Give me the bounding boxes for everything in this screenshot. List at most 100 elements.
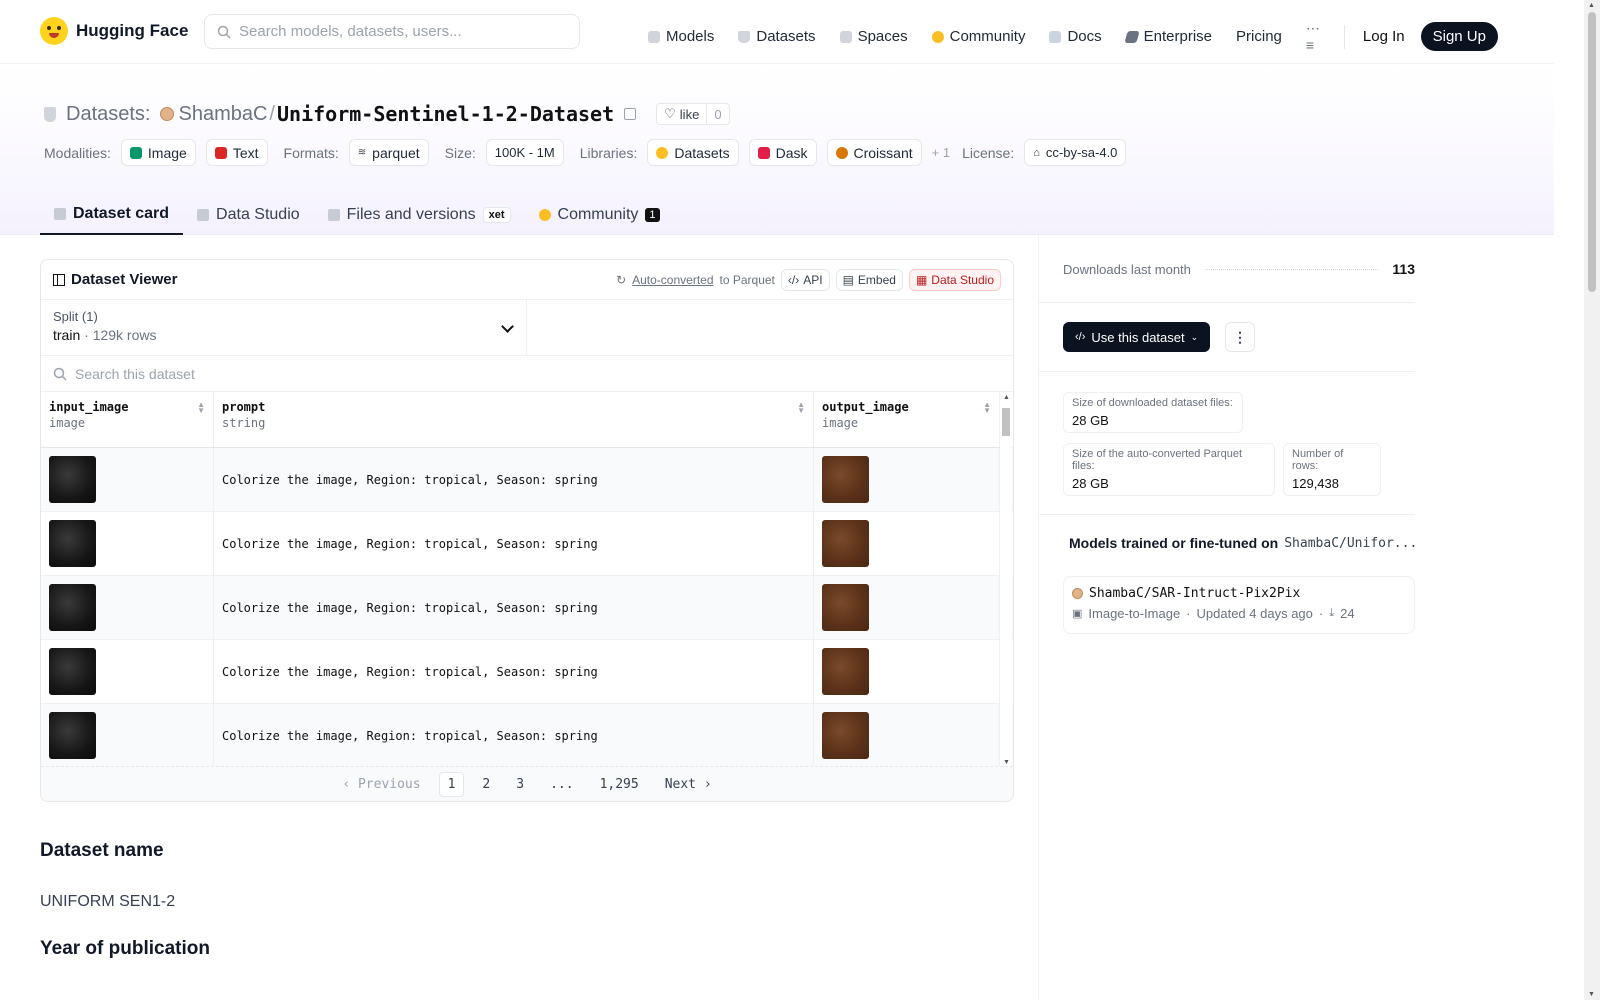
model-updated: Updated 4 days ago xyxy=(1196,606,1313,621)
column-header[interactable]: output_image image ▲ ▼ xyxy=(814,392,1000,447)
use-dataset-button[interactable]: ‹/› Use this dataset ⌄ xyxy=(1063,322,1211,352)
table-row[interactable]: Colorize the image, Region: tropical, Se… xyxy=(41,640,1013,704)
input-image-thumbnail[interactable] xyxy=(49,648,96,695)
nav-community[interactable]: Community xyxy=(931,28,1025,45)
model-downloads: 24 xyxy=(1340,606,1355,621)
modality-image-chip[interactable]: Image xyxy=(120,139,196,166)
nav-datasets[interactable]: Datasets xyxy=(738,28,816,45)
spaces-icon xyxy=(839,30,852,43)
api-button[interactable]: ‹/› API xyxy=(780,268,830,291)
output-image-thumbnail[interactable] xyxy=(822,648,869,695)
model-card[interactable]: ShambaC/SAR-Intruct-Pix2Pix ▣ Image-to-I… xyxy=(1063,576,1415,634)
dataset-search-input[interactable] xyxy=(75,365,675,382)
scrollbar-thumb[interactable] xyxy=(1002,408,1010,436)
global-search-input[interactable] xyxy=(239,23,569,40)
page-button[interactable]: 1 xyxy=(438,771,465,797)
data-studio-button[interactable]: ▦ Data Studio xyxy=(908,268,1001,291)
sort-icon[interactable]: ▲ ▼ xyxy=(983,401,991,415)
dask-icon xyxy=(757,146,770,159)
scroll-down-icon[interactable]: ▼ xyxy=(1003,759,1010,766)
like-button[interactable]: ♡ like 0 xyxy=(656,103,730,125)
more-options-button[interactable]: ⋮ xyxy=(1225,322,1255,352)
models-heading: Models trained or fine-tuned on ShambaC/… xyxy=(1063,535,1415,551)
split-rows: 129k rows xyxy=(92,327,157,343)
metadata-row: Modalities: Image Text Formats: ≋ parquet… xyxy=(44,139,1130,166)
community-icon xyxy=(538,208,551,221)
global-search[interactable] xyxy=(204,14,580,49)
copy-icon[interactable] xyxy=(624,108,637,120)
section-label[interactable]: Datasets: xyxy=(66,103,150,126)
owner-avatar xyxy=(160,107,175,121)
downloads-count: 113 xyxy=(1392,261,1415,277)
nav-spaces[interactable]: Spaces xyxy=(839,28,908,45)
dataset-card-icon xyxy=(54,207,66,220)
nav-enterprise[interactable]: Enterprise xyxy=(1124,28,1212,45)
modality-text-chip[interactable]: Text xyxy=(205,139,268,166)
dataset-icon xyxy=(44,106,56,122)
downloads-row: Downloads last month 113 xyxy=(1063,261,1415,277)
login-link[interactable]: Log In xyxy=(1363,28,1405,45)
more-menu-icon[interactable]: ⋯≡ xyxy=(1306,20,1326,53)
library-croissant-chip[interactable]: Croissant xyxy=(826,139,922,166)
scroll-up-icon[interactable]: ▲ xyxy=(1003,394,1010,401)
column-header[interactable]: input_image image ▲ ▼ xyxy=(41,392,214,447)
page-button[interactable]: 2 xyxy=(474,773,498,796)
croissant-icon xyxy=(835,146,848,159)
library-datasets-chip[interactable]: Datasets xyxy=(647,139,739,166)
table-row[interactable]: Colorize the image, Region: tropical, Se… xyxy=(41,512,1013,576)
scroll-down-icon[interactable]: ▼ xyxy=(1588,991,1595,998)
page-button[interactable]: 3 xyxy=(508,773,532,796)
code-icon: ‹/› xyxy=(1075,331,1086,343)
kebab-icon: ⋮ xyxy=(1233,328,1247,345)
nav-docs[interactable]: Docs xyxy=(1049,28,1102,45)
format-chip[interactable]: ≋ parquet xyxy=(348,139,429,166)
sort-icon[interactable]: ▲ ▼ xyxy=(197,401,205,415)
model-name: ShambaC/SAR-Intruct-Pix2Pix xyxy=(1089,586,1301,601)
owner-link[interactable]: ShambaC xyxy=(178,103,267,126)
library-dask-chip[interactable]: Dask xyxy=(748,139,817,166)
column-header[interactable]: prompt string ▲ ▼ xyxy=(214,392,814,447)
nav-pricing[interactable]: Pricing xyxy=(1236,28,1282,45)
like-count: 0 xyxy=(714,106,722,122)
next-page-button[interactable]: Next › xyxy=(657,773,720,796)
dataset-search[interactable] xyxy=(41,356,1013,392)
divider xyxy=(1039,302,1415,303)
table-scrollbar[interactable]: ▲ ▼ xyxy=(1000,392,1012,768)
previous-page-button[interactable]: ‹ Previous xyxy=(334,773,428,796)
tab-community[interactable]: Community 1 xyxy=(525,194,674,235)
owner-avatar xyxy=(1072,588,1083,599)
scroll-up-icon[interactable]: ▲ xyxy=(1588,2,1595,9)
input-image-thumbnail[interactable] xyxy=(49,712,96,759)
page-scrollbar[interactable]: ▲ ▼ xyxy=(1584,0,1600,1000)
page-button[interactable]: 1,295 xyxy=(592,773,647,796)
table-row[interactable]: Colorize the image, Region: tropical, Se… xyxy=(41,448,1013,512)
input-image-thumbnail[interactable] xyxy=(49,520,96,567)
scrollbar-thumb[interactable] xyxy=(1588,12,1596,292)
sort-icon[interactable]: ▲ ▼ xyxy=(797,401,805,415)
table-row[interactable]: Colorize the image, Region: tropical, Se… xyxy=(41,704,1013,768)
input-image-thumbnail[interactable] xyxy=(49,456,96,503)
libraries-more[interactable]: + 1 xyxy=(932,145,950,160)
refresh-icon: ↻ xyxy=(616,272,627,287)
signup-button[interactable]: Sign Up xyxy=(1420,22,1498,51)
output-image-thumbnail[interactable] xyxy=(822,584,869,631)
size-chip[interactable]: 100K - 1M xyxy=(485,139,564,166)
table-icon: ▦ xyxy=(915,272,928,287)
divider xyxy=(1039,371,1415,372)
repo-name[interactable]: Uniform-Sentinel-1-2-Dataset xyxy=(277,102,614,126)
models-repo-link[interactable]: ShambaC/Unifor... xyxy=(1284,536,1415,551)
output-image-thumbnail[interactable] xyxy=(822,456,869,503)
table-row[interactable]: Colorize the image, Region: tropical, Se… xyxy=(41,576,1013,640)
tab-data-studio[interactable]: Data Studio xyxy=(183,194,314,235)
auto-converted-link[interactable]: Auto-converted xyxy=(632,273,713,287)
tab-dataset-card[interactable]: Dataset card xyxy=(40,194,184,235)
input-image-thumbnail[interactable] xyxy=(49,584,96,631)
nav-models[interactable]: Models xyxy=(648,28,714,45)
brand-logo[interactable]: Hugging Face xyxy=(40,17,188,45)
output-image-thumbnail[interactable] xyxy=(822,712,869,759)
output-image-thumbnail[interactable] xyxy=(822,520,869,567)
tab-files[interactable]: Files and versions xet xyxy=(314,194,525,235)
license-chip[interactable]: ⌂ cc-by-sa-4.0 xyxy=(1024,139,1127,166)
split-selector[interactable]: Split (1) train · 129k rows xyxy=(41,300,527,355)
embed-button[interactable]: ▤ Embed xyxy=(835,268,903,291)
